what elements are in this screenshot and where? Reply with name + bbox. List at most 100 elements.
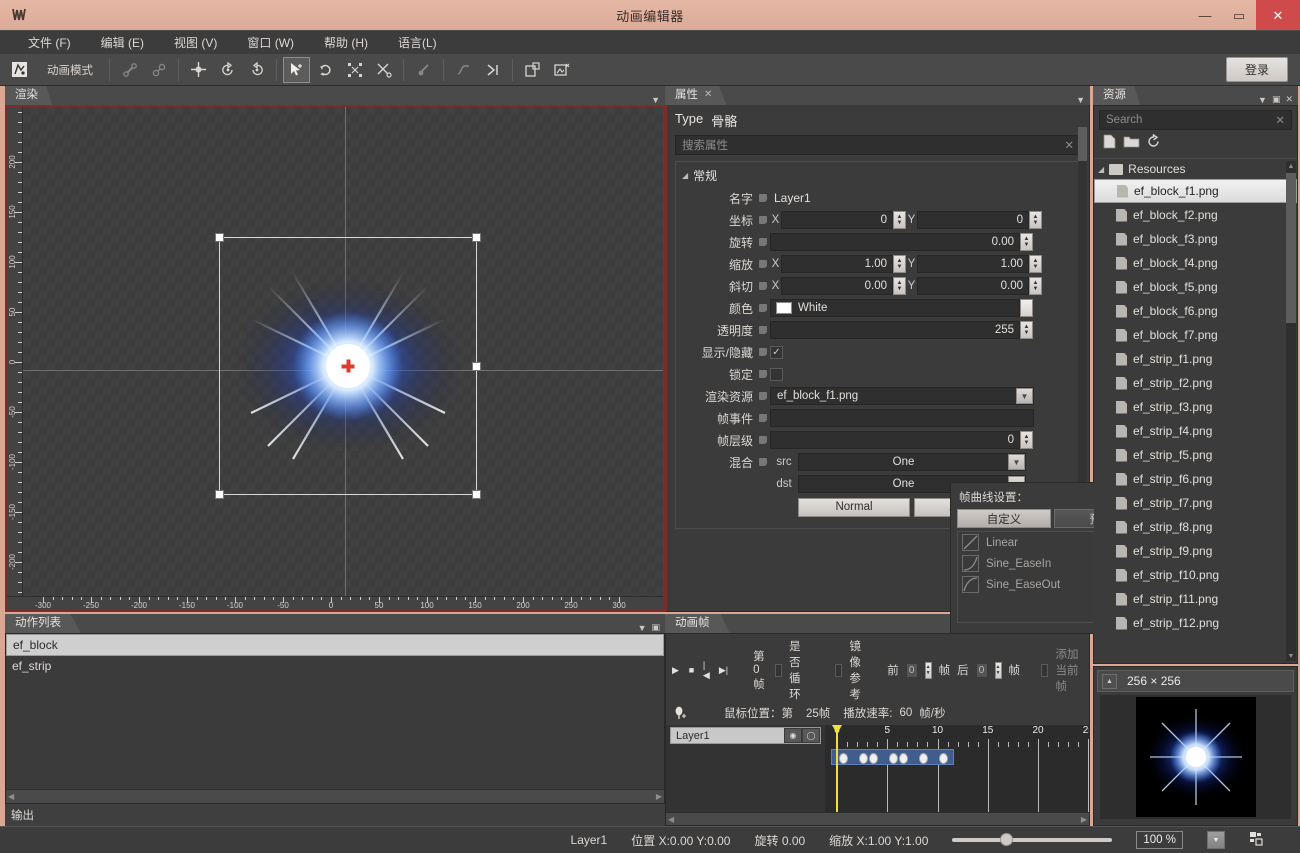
pin-icon[interactable] xyxy=(756,304,770,312)
scale-x-stepper[interactable]: ▲ ▼ xyxy=(893,255,906,273)
handle-bottom-right[interactable] xyxy=(472,490,481,499)
scroll-right-icon[interactable]: ▶ xyxy=(656,792,662,801)
before-frames-input[interactable]: 0 xyxy=(905,662,918,678)
action-item-ef-strip[interactable]: ef_strip xyxy=(6,656,664,676)
color-swatch[interactable] xyxy=(776,302,792,314)
render-viewport[interactable]: 200 150 100 50 0 -50 -100 -150 -200 -300 -250 -200… xyxy=(5,105,665,612)
animation-mode-icon[interactable] xyxy=(6,57,33,83)
mirror-checkbox[interactable] xyxy=(834,663,843,677)
resource-item[interactable]: ef_strip_f10.png xyxy=(1094,563,1297,587)
create-bone-icon[interactable] xyxy=(185,57,212,83)
stop-icon[interactable]: ■ xyxy=(687,662,696,678)
open-folder-icon[interactable] xyxy=(1123,134,1140,154)
timeline-track-area[interactable]: 051015202530354 xyxy=(826,725,1089,812)
tab-render[interactable]: 渲染 xyxy=(5,86,52,105)
pin-icon[interactable]: ▣ xyxy=(651,622,660,633)
pin-icon[interactable] xyxy=(756,458,770,466)
prev-frame-icon[interactable]: |◀ xyxy=(703,660,712,680)
handle-top-left[interactable] xyxy=(215,233,224,242)
timeline-keyframe-track[interactable] xyxy=(831,749,954,765)
scale-y-input[interactable]: 1.00 xyxy=(917,255,1029,273)
resource-item[interactable]: ef_strip_f5.png xyxy=(1094,443,1297,467)
menu-file[interactable]: 文件 (F) xyxy=(18,32,81,53)
pin-icon[interactable]: ▣ xyxy=(1272,94,1281,105)
clear-icon[interactable]: ✕ xyxy=(1275,113,1285,127)
chevron-down-icon[interactable]: ▼ xyxy=(638,623,647,633)
coord-x-stepper[interactable]: ▲ ▼ xyxy=(893,211,906,229)
add-current-frame-checkbox[interactable] xyxy=(1041,663,1049,677)
coord-y-input[interactable]: 0 xyxy=(917,211,1029,229)
rotate-tool-icon[interactable] xyxy=(312,57,339,83)
resource-item[interactable]: ef_block_f7.png xyxy=(1094,323,1297,347)
keyframe-marker[interactable] xyxy=(858,753,868,764)
resource-item[interactable]: ef_block_f5.png xyxy=(1094,275,1297,299)
eye-icon[interactable]: ◉ xyxy=(784,728,802,743)
scale-x-input[interactable]: 1.00 xyxy=(781,255,893,273)
menu-window[interactable]: 窗口 (W) xyxy=(237,32,304,53)
action-item-ef-block[interactable]: ef_block xyxy=(6,634,664,656)
timeline-playhead[interactable] xyxy=(836,725,838,812)
skew-tool-icon[interactable] xyxy=(370,57,397,83)
animation-mode-label[interactable]: 动画模式 xyxy=(37,58,103,82)
close-button[interactable]: ✕ xyxy=(1256,0,1300,30)
keyframe-marker[interactable] xyxy=(918,753,928,764)
chevron-down-icon[interactable]: ▼ xyxy=(1008,454,1025,470)
scale-y-stepper[interactable]: ▲ ▼ xyxy=(1029,255,1042,273)
resource-item[interactable]: ef_strip_f12.png xyxy=(1094,611,1297,635)
scroll-right-icon[interactable]: ▶ xyxy=(1081,815,1087,824)
handle-top-right[interactable] xyxy=(472,233,481,242)
next-frame-icon[interactable]: ▶| xyxy=(719,662,728,678)
color-value-field[interactable]: White xyxy=(770,299,1020,317)
resource-item[interactable]: ef_block_f2.png xyxy=(1094,203,1297,227)
ik-tool-icon[interactable] xyxy=(410,57,437,83)
scroll-up-icon[interactable]: ▲ xyxy=(1286,161,1296,171)
group-header[interactable]: ◢ 常规 xyxy=(676,166,1080,188)
chevron-down-icon[interactable]: ▼ xyxy=(1016,388,1033,404)
collapse-icon[interactable]: ▲ xyxy=(1102,673,1117,689)
skew-x-stepper[interactable]: ▲ ▼ xyxy=(893,277,906,295)
zoom-value[interactable]: 100 % xyxy=(1136,831,1183,849)
menu-language[interactable]: 语言(L) xyxy=(388,32,447,53)
curve-tool-icon[interactable] xyxy=(450,57,477,83)
new-file-icon[interactable] xyxy=(1102,134,1117,154)
resource-item[interactable]: ef_strip_f8.png xyxy=(1094,515,1297,539)
resource-item[interactable]: ef_strip_f7.png xyxy=(1094,491,1297,515)
color-picker-button[interactable] xyxy=(1020,299,1033,317)
timeline-hscrollbar[interactable]: ◀ ▶ xyxy=(666,812,1089,825)
tab-resources[interactable]: 资源 xyxy=(1093,86,1140,105)
onion-skin-icon[interactable] xyxy=(479,57,506,83)
resources-scrollbar[interactable]: ▲ ▼ xyxy=(1286,161,1296,661)
resources-root-node[interactable]: ◢ Resources xyxy=(1094,159,1297,179)
selection-box[interactable] xyxy=(215,233,481,499)
tab-properties[interactable]: 属性 ✕ xyxy=(665,86,727,105)
resource-item[interactable]: ef_strip_f9.png xyxy=(1094,539,1297,563)
pin-icon[interactable] xyxy=(756,370,770,378)
pin-icon[interactable] xyxy=(756,414,770,422)
frame-layer-input[interactable]: 0 xyxy=(770,431,1020,449)
zoom-slider-knob[interactable] xyxy=(1000,833,1014,846)
close-icon[interactable]: ✕ xyxy=(1285,94,1293,105)
rotate-ccw-icon[interactable] xyxy=(214,57,241,83)
resource-item[interactable]: ef_strip_f3.png xyxy=(1094,395,1297,419)
pin-icon[interactable] xyxy=(756,216,770,224)
close-icon[interactable]: ✕ xyxy=(704,88,712,102)
lock-checkbox[interactable] xyxy=(770,367,783,381)
scroll-down-icon[interactable]: ▼ xyxy=(1286,651,1296,661)
keyframe-marker[interactable] xyxy=(888,753,898,764)
curve-custom-tab[interactable]: 自定义 xyxy=(957,509,1051,528)
pin-icon[interactable] xyxy=(756,348,770,356)
name-value[interactable]: Layer1 xyxy=(770,191,811,205)
link-bone-icon[interactable] xyxy=(116,57,143,83)
resources-list[interactable]: ◢ Resources ef_block_f1.png ef_block_f2.p… xyxy=(1094,158,1297,663)
blend-src-select[interactable]: One ▼ xyxy=(798,453,1026,471)
resource-item[interactable]: ef_block_f4.png xyxy=(1094,251,1297,275)
play-icon[interactable]: ▶ xyxy=(671,662,680,678)
circle-icon[interactable]: ◯ xyxy=(802,728,820,743)
fit-to-screen-icon[interactable] xyxy=(1249,831,1264,849)
resources-search-input[interactable]: Search ✕ xyxy=(1099,110,1292,130)
chevron-down-icon[interactable]: ▼ xyxy=(1076,95,1085,105)
handle-bottom-left[interactable] xyxy=(215,490,224,499)
login-button[interactable]: 登录 xyxy=(1225,57,1288,82)
resource-item[interactable]: ef_strip_f2.png xyxy=(1094,371,1297,395)
export-image-icon[interactable] xyxy=(548,57,575,83)
